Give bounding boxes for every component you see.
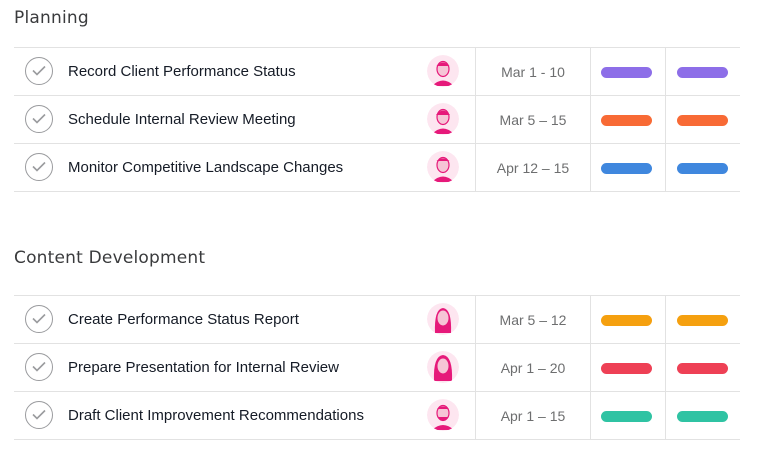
status-pill[interactable] — [601, 363, 652, 374]
avatar-icon[interactable] — [427, 399, 459, 431]
task-table-content-development: Create Performance Status Report Mar 5 –… — [14, 295, 740, 440]
task-row[interactable]: Draft Client Improvement Recommendations… — [14, 392, 740, 440]
task-name[interactable]: Schedule Internal Review Meeting — [68, 111, 296, 128]
check-circle-icon[interactable] — [25, 57, 53, 85]
task-name[interactable]: Prepare Presentation for Internal Review — [68, 359, 339, 376]
status-pill[interactable] — [601, 115, 652, 126]
task-date[interactable]: Apr 1 – 15 — [476, 408, 590, 424]
task-name[interactable]: Record Client Performance Status — [68, 63, 296, 80]
avatar-icon[interactable] — [427, 351, 459, 383]
avatar-icon[interactable] — [427, 303, 459, 335]
task-name[interactable]: Monitor Competitive Landscape Changes — [68, 159, 343, 176]
check-circle-icon[interactable] — [25, 105, 53, 133]
task-row[interactable]: Schedule Internal Review Meeting Mar 5 –… — [14, 96, 740, 144]
task-row[interactable]: Monitor Competitive Landscape Changes Ap… — [14, 144, 740, 192]
task-name[interactable]: Create Performance Status Report — [68, 311, 299, 328]
task-date[interactable]: Apr 1 – 20 — [476, 360, 590, 376]
check-circle-icon[interactable] — [25, 353, 53, 381]
task-row[interactable]: Prepare Presentation for Internal Review… — [14, 344, 740, 392]
task-row[interactable]: Record Client Performance Status Mar 1 -… — [14, 47, 740, 96]
status-pill[interactable] — [601, 67, 652, 78]
priority-pill[interactable] — [677, 363, 728, 374]
priority-pill[interactable] — [677, 163, 728, 174]
task-name[interactable]: Draft Client Improvement Recommendations — [68, 407, 364, 424]
status-pill[interactable] — [601, 315, 652, 326]
avatar-icon[interactable] — [427, 55, 459, 87]
task-date[interactable]: Mar 1 - 10 — [476, 64, 590, 80]
check-circle-icon[interactable] — [25, 401, 53, 429]
check-circle-icon[interactable] — [25, 153, 53, 181]
task-date[interactable]: Mar 5 – 15 — [476, 112, 590, 128]
status-pill[interactable] — [601, 163, 652, 174]
status-pill[interactable] — [601, 411, 652, 422]
priority-pill[interactable] — [677, 315, 728, 326]
priority-pill[interactable] — [677, 411, 728, 422]
section-title-content-development: Content Development — [14, 248, 206, 268]
check-circle-icon[interactable] — [25, 305, 53, 333]
section-title-planning: Planning — [14, 8, 89, 28]
avatar-icon[interactable] — [427, 103, 459, 135]
task-date[interactable]: Mar 5 – 12 — [476, 312, 590, 328]
priority-pill[interactable] — [677, 67, 728, 78]
priority-pill[interactable] — [677, 115, 728, 126]
task-table-planning: Record Client Performance Status Mar 1 -… — [14, 47, 740, 192]
task-row[interactable]: Create Performance Status Report Mar 5 –… — [14, 295, 740, 344]
task-date[interactable]: Apr 12 – 15 — [476, 160, 590, 176]
avatar-icon[interactable] — [427, 151, 459, 183]
